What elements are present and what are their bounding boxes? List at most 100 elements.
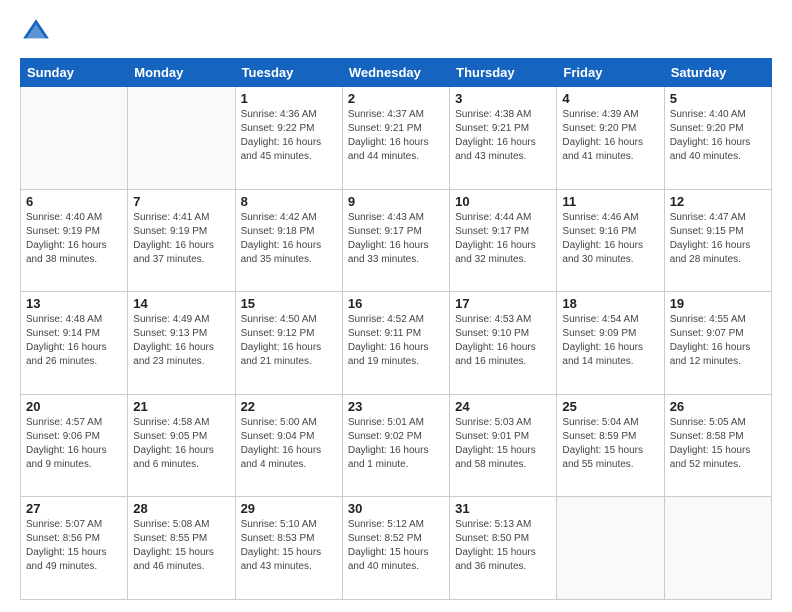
calendar-week-1: 6Sunrise: 4:40 AM Sunset: 9:19 PM Daylig… (21, 189, 772, 292)
day-number: 1 (241, 91, 337, 106)
calendar-cell: 5Sunrise: 4:40 AM Sunset: 9:20 PM Daylig… (664, 87, 771, 190)
calendar-cell: 28 Sunrise: 5:08 AM Sunset: 8:55 PM Dayli… (128, 497, 235, 600)
day-info: Sunrise: 4:57 AM Sunset: 9:06 PM Dayligh… (26, 416, 122, 472)
day-number: 7 (133, 194, 229, 209)
calendar-header-saturday: Saturday (664, 59, 771, 87)
calendar-header-sunday: Sunday (21, 59, 128, 87)
calendar-cell: 15 Sunrise: 4:50 AM Sunset: 9:12 PM Dayli… (235, 292, 342, 395)
calendar-week-2: 13 Sunrise: 4:48 AM Sunset: 9:14 PM Dayli… (21, 292, 772, 395)
calendar-header-row: SundayMondayTuesdayWednesdayThursdayFrid… (21, 59, 772, 87)
day-number: 21 (133, 399, 229, 414)
day-info: Sunrise: 5:08 AM Sunset: 8:55 PM Dayligh… (133, 518, 229, 574)
header (20, 16, 772, 48)
calendar-week-0: 1 Sunrise: 4:36 AM Sunset: 9:22 PM Daylig… (21, 87, 772, 190)
calendar-cell: 19Sunrise: 4:55 AM Sunset: 9:07 PM Dayli… (664, 292, 771, 395)
calendar-cell: 31Sunrise: 5:13 AM Sunset: 8:50 PM Dayli… (450, 497, 557, 600)
calendar-cell: 24 Sunrise: 5:03 AM Sunset: 9:01 PM Dayli… (450, 394, 557, 497)
calendar-cell: 11 Sunrise: 4:46 AM Sunset: 9:16 PM Dayli… (557, 189, 664, 292)
day-info: Sunrise: 4:58 AM Sunset: 9:05 PM Dayligh… (133, 416, 229, 472)
day-info: Sunrise: 5:01 AM Sunset: 9:02 PM Dayligh… (348, 416, 444, 472)
day-info: Sunrise: 5:03 AM Sunset: 9:01 PM Dayligh… (455, 416, 551, 472)
day-info: Sunrise: 4:53 AM Sunset: 9:10 PM Dayligh… (455, 313, 551, 369)
day-info: Sunrise: 5:00 AM Sunset: 9:04 PM Dayligh… (241, 416, 337, 472)
day-number: 31 (455, 501, 551, 516)
day-number: 15 (241, 296, 337, 311)
calendar-cell (557, 497, 664, 600)
calendar-cell: 27 Sunrise: 5:07 AM Sunset: 8:56 PM Dayli… (21, 497, 128, 600)
day-number: 4 (562, 91, 658, 106)
day-info: Sunrise: 4:46 AM Sunset: 9:16 PM Dayligh… (562, 211, 658, 267)
calendar-cell: 1 Sunrise: 4:36 AM Sunset: 9:22 PM Daylig… (235, 87, 342, 190)
calendar-cell: 25 Sunrise: 5:04 AM Sunset: 8:59 PM Dayli… (557, 394, 664, 497)
day-number: 19 (670, 296, 766, 311)
day-info: Sunrise: 4:37 AM Sunset: 9:21 PM Dayligh… (348, 108, 444, 164)
day-info: Sunrise: 5:07 AM Sunset: 8:56 PM Dayligh… (26, 518, 122, 574)
calendar-header-thursday: Thursday (450, 59, 557, 87)
day-number: 18 (562, 296, 658, 311)
calendar-cell: 8 Sunrise: 4:42 AM Sunset: 9:18 PM Daylig… (235, 189, 342, 292)
day-info: Sunrise: 4:39 AM Sunset: 9:20 PM Dayligh… (562, 108, 658, 164)
calendar-cell: 17 Sunrise: 4:53 AM Sunset: 9:10 PM Dayli… (450, 292, 557, 395)
calendar-week-3: 20Sunrise: 4:57 AM Sunset: 9:06 PM Dayli… (21, 394, 772, 497)
calendar-cell: 29Sunrise: 5:10 AM Sunset: 8:53 PM Dayli… (235, 497, 342, 600)
day-info: Sunrise: 4:36 AM Sunset: 9:22 PM Dayligh… (241, 108, 337, 164)
day-info: Sunrise: 4:41 AM Sunset: 9:19 PM Dayligh… (133, 211, 229, 267)
day-info: Sunrise: 5:12 AM Sunset: 8:52 PM Dayligh… (348, 518, 444, 574)
day-number: 13 (26, 296, 122, 311)
day-number: 8 (241, 194, 337, 209)
day-number: 17 (455, 296, 551, 311)
calendar-cell: 14 Sunrise: 4:49 AM Sunset: 9:13 PM Dayli… (128, 292, 235, 395)
day-number: 5 (670, 91, 766, 106)
calendar-cell: 23 Sunrise: 5:01 AM Sunset: 9:02 PM Dayli… (342, 394, 449, 497)
calendar-cell (664, 497, 771, 600)
calendar-cell: 2 Sunrise: 4:37 AM Sunset: 9:21 PM Daylig… (342, 87, 449, 190)
day-info: Sunrise: 5:05 AM Sunset: 8:58 PM Dayligh… (670, 416, 766, 472)
day-number: 30 (348, 501, 444, 516)
day-info: Sunrise: 4:38 AM Sunset: 9:21 PM Dayligh… (455, 108, 551, 164)
calendar-cell: 6Sunrise: 4:40 AM Sunset: 9:19 PM Daylig… (21, 189, 128, 292)
calendar-header-monday: Monday (128, 59, 235, 87)
calendar-cell: 22 Sunrise: 5:00 AM Sunset: 9:04 PM Dayli… (235, 394, 342, 497)
day-number: 26 (670, 399, 766, 414)
calendar-cell: 9 Sunrise: 4:43 AM Sunset: 9:17 PM Daylig… (342, 189, 449, 292)
day-number: 11 (562, 194, 658, 209)
day-info: Sunrise: 4:43 AM Sunset: 9:17 PM Dayligh… (348, 211, 444, 267)
day-info: Sunrise: 4:50 AM Sunset: 9:12 PM Dayligh… (241, 313, 337, 369)
day-number: 12 (670, 194, 766, 209)
calendar-cell: 18 Sunrise: 4:54 AM Sunset: 9:09 PM Dayli… (557, 292, 664, 395)
calendar-cell: 30 Sunrise: 5:12 AM Sunset: 8:52 PM Dayli… (342, 497, 449, 600)
calendar-cell (128, 87, 235, 190)
day-info: Sunrise: 4:47 AM Sunset: 9:15 PM Dayligh… (670, 211, 766, 267)
day-number: 27 (26, 501, 122, 516)
logo (20, 16, 56, 48)
calendar-cell: 4 Sunrise: 4:39 AM Sunset: 9:20 PM Daylig… (557, 87, 664, 190)
calendar-cell: 10Sunrise: 4:44 AM Sunset: 9:17 PM Dayli… (450, 189, 557, 292)
calendar-cell: 13 Sunrise: 4:48 AM Sunset: 9:14 PM Dayli… (21, 292, 128, 395)
day-number: 24 (455, 399, 551, 414)
day-number: 16 (348, 296, 444, 311)
calendar-cell: 21 Sunrise: 4:58 AM Sunset: 9:05 PM Dayli… (128, 394, 235, 497)
day-number: 22 (241, 399, 337, 414)
calendar-cell: 12 Sunrise: 4:47 AM Sunset: 9:15 PM Dayli… (664, 189, 771, 292)
calendar-header-friday: Friday (557, 59, 664, 87)
day-info: Sunrise: 4:54 AM Sunset: 9:09 PM Dayligh… (562, 313, 658, 369)
calendar-cell: 7 Sunrise: 4:41 AM Sunset: 9:19 PM Daylig… (128, 189, 235, 292)
day-number: 9 (348, 194, 444, 209)
day-number: 28 (133, 501, 229, 516)
day-info: Sunrise: 4:42 AM Sunset: 9:18 PM Dayligh… (241, 211, 337, 267)
day-number: 23 (348, 399, 444, 414)
calendar-header-wednesday: Wednesday (342, 59, 449, 87)
day-info: Sunrise: 4:44 AM Sunset: 9:17 PM Dayligh… (455, 211, 551, 267)
day-info: Sunrise: 4:40 AM Sunset: 9:19 PM Dayligh… (26, 211, 122, 267)
calendar-week-4: 27 Sunrise: 5:07 AM Sunset: 8:56 PM Dayli… (21, 497, 772, 600)
day-info: Sunrise: 5:04 AM Sunset: 8:59 PM Dayligh… (562, 416, 658, 472)
day-number: 25 (562, 399, 658, 414)
day-number: 2 (348, 91, 444, 106)
day-number: 14 (133, 296, 229, 311)
calendar-cell: 26 Sunrise: 5:05 AM Sunset: 8:58 PM Dayli… (664, 394, 771, 497)
page: SundayMondayTuesdayWednesdayThursdayFrid… (0, 0, 792, 612)
day-info: Sunrise: 4:49 AM Sunset: 9:13 PM Dayligh… (133, 313, 229, 369)
calendar-table: SundayMondayTuesdayWednesdayThursdayFrid… (20, 58, 772, 600)
calendar-header-tuesday: Tuesday (235, 59, 342, 87)
day-info: Sunrise: 4:48 AM Sunset: 9:14 PM Dayligh… (26, 313, 122, 369)
